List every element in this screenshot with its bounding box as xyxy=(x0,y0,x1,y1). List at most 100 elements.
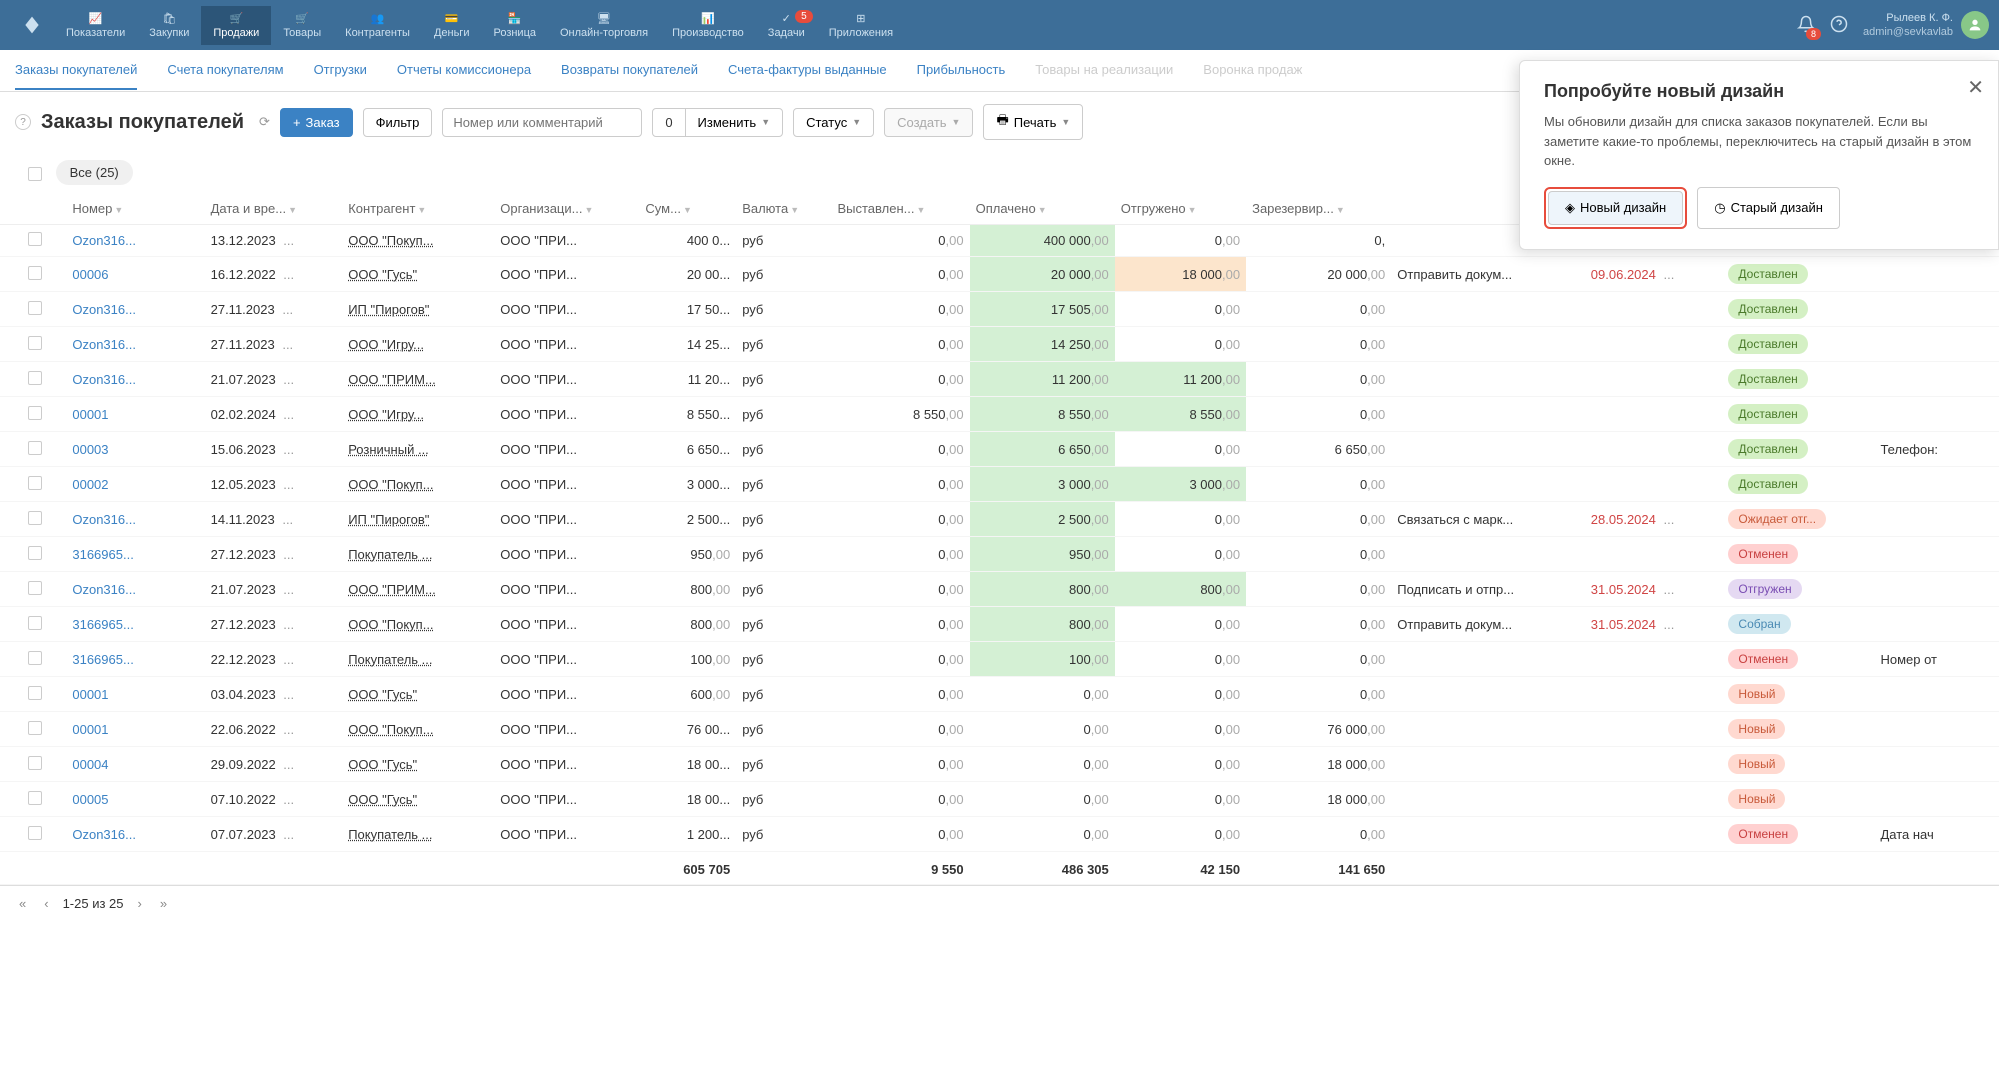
order-number-link[interactable]: 00004 xyxy=(72,757,108,772)
select-all-checkbox[interactable] xyxy=(28,167,42,181)
col-header[interactable]: Выставлен...▼ xyxy=(831,193,969,225)
counterparty-link[interactable]: ООО "Гусь" xyxy=(348,267,417,282)
change-button[interactable]: Изменить ▼ xyxy=(685,108,784,137)
old-design-button[interactable]: ◷ Старый дизайн xyxy=(1697,187,1840,229)
row-checkbox[interactable] xyxy=(28,616,42,630)
row-checkbox[interactable] xyxy=(28,476,42,490)
row-checkbox[interactable] xyxy=(28,371,42,385)
counterparty-link[interactable]: Покупатель ... xyxy=(348,547,432,562)
table-row[interactable]: Ozon316... 14.11.2023 ... ИП "Пирогов" О… xyxy=(0,502,1999,537)
counterparty-link[interactable]: ООО "Игру... xyxy=(348,407,424,422)
counterparty-link[interactable]: ООО "Гусь" xyxy=(348,687,417,702)
order-number-link[interactable]: Ozon316... xyxy=(72,302,136,317)
row-checkbox[interactable] xyxy=(28,441,42,455)
print-button[interactable]: 🖶 Печать ▼ xyxy=(983,104,1083,140)
counterparty-link[interactable]: ООО "Покуп... xyxy=(348,233,433,248)
counterparty-link[interactable]: ООО "Покуп... xyxy=(348,617,433,632)
order-number-link[interactable]: 00001 xyxy=(72,407,108,422)
status-button[interactable]: Статус ▼ xyxy=(793,108,874,137)
row-checkbox[interactable] xyxy=(28,686,42,700)
notifications-icon[interactable]: 8 xyxy=(1797,15,1815,36)
order-number-link[interactable]: Ozon316... xyxy=(72,582,136,597)
order-number-link[interactable]: Ozon316... xyxy=(72,337,136,352)
filter-button[interactable]: Фильтр xyxy=(363,108,433,137)
order-number-link[interactable]: 00003 xyxy=(72,442,108,457)
order-number-link[interactable]: 00005 xyxy=(72,792,108,807)
table-row[interactable]: 00001 02.02.2024 ... ООО "Игру... ООО "П… xyxy=(0,397,1999,432)
nav-Показатели[interactable]: 📈Показатели xyxy=(54,6,137,45)
subnav-8[interactable]: Воронка продаж xyxy=(1203,51,1302,90)
col-header[interactable]: Валюта▼ xyxy=(736,193,831,225)
nav-Производство[interactable]: 📊Производство xyxy=(660,6,756,45)
filter-chip-all[interactable]: Все (25) xyxy=(56,160,133,185)
order-number-link[interactable]: 3166965... xyxy=(72,617,133,632)
row-checkbox[interactable] xyxy=(28,756,42,770)
nav-Закупки[interactable]: 🛍Закупки xyxy=(137,6,201,45)
counterparty-link[interactable]: ООО "Покуп... xyxy=(348,477,433,492)
order-number-link[interactable]: 00001 xyxy=(72,722,108,737)
row-checkbox[interactable] xyxy=(28,791,42,805)
col-header[interactable]: Сум...▼ xyxy=(639,193,736,225)
subnav-7[interactable]: Товары на реализации xyxy=(1035,51,1173,90)
order-number-link[interactable]: 00001 xyxy=(72,687,108,702)
row-checkbox[interactable] xyxy=(28,826,42,840)
create-button[interactable]: Создать ▼ xyxy=(884,108,973,137)
col-header[interactable]: Организаци...▼ xyxy=(494,193,639,225)
table-row[interactable]: Ozon316... 27.11.2023 ... ООО "Игру... О… xyxy=(0,327,1999,362)
table-row[interactable]: 3166965... 27.12.2023 ... ООО "Покуп... … xyxy=(0,607,1999,642)
nav-Розница[interactable]: 🏪Розница xyxy=(481,6,548,45)
counterparty-link[interactable]: Покупатель ... xyxy=(348,827,432,842)
counterparty-link[interactable]: ООО "Гусь" xyxy=(348,792,417,807)
pager-first[interactable]: « xyxy=(15,894,30,913)
pager-last[interactable]: » xyxy=(156,894,171,913)
nav-Деньги[interactable]: 💳Деньги xyxy=(422,6,482,45)
table-row[interactable]: 00006 16.12.2022 ... ООО "Гусь" ООО "ПРИ… xyxy=(0,257,1999,292)
refresh-icon[interactable]: ⟳ xyxy=(259,114,270,130)
subnav-4[interactable]: Возвраты покупателей xyxy=(561,51,698,90)
table-row[interactable]: 00004 29.09.2022 ... ООО "Гусь" ООО "ПРИ… xyxy=(0,747,1999,782)
subnav-2[interactable]: Отгрузки xyxy=(314,51,367,90)
help-inline-icon[interactable]: ? xyxy=(15,114,31,130)
nav-Приложения[interactable]: ⊞Приложения xyxy=(817,6,905,45)
table-row[interactable]: Ozon316... 21.07.2023 ... ООО "ПРИМ... О… xyxy=(0,362,1999,397)
subnav-1[interactable]: Счета покупателям xyxy=(167,51,283,90)
help-icon[interactable] xyxy=(1830,15,1848,36)
table-row[interactable]: Ozon316... 21.07.2023 ... ООО "ПРИМ... О… xyxy=(0,572,1999,607)
order-number-link[interactable]: Ozon316... xyxy=(72,827,136,842)
nav-Продажи[interactable]: 🛒Продажи xyxy=(201,6,271,45)
table-row[interactable]: 00005 07.10.2022 ... ООО "Гусь" ООО "ПРИ… xyxy=(0,782,1999,817)
search-input[interactable] xyxy=(442,108,642,137)
col-header[interactable]: Оплачено▼ xyxy=(970,193,1115,225)
table-row[interactable]: 00001 03.04.2023 ... ООО "Гусь" ООО "ПРИ… xyxy=(0,677,1999,712)
counterparty-link[interactable]: Покупатель ... xyxy=(348,652,432,667)
row-checkbox[interactable] xyxy=(28,721,42,735)
row-checkbox[interactable] xyxy=(28,406,42,420)
row-checkbox[interactable] xyxy=(28,266,42,280)
order-number-link[interactable]: Ozon316... xyxy=(72,512,136,527)
counterparty-link[interactable]: ИП "Пирогов" xyxy=(348,302,429,317)
popup-close-icon[interactable]: ✕ xyxy=(1967,75,1984,100)
counterparty-link[interactable]: ООО "ПРИМ... xyxy=(348,372,436,387)
nav-Товары[interactable]: 🛒Товары xyxy=(271,6,333,45)
col-header[interactable]: Отгружено▼ xyxy=(1115,193,1246,225)
table-row[interactable]: 3166965... 27.12.2023 ... Покупатель ...… xyxy=(0,537,1999,572)
col-header[interactable]: Номер▼ xyxy=(66,193,204,225)
table-row[interactable]: Ozon316... 27.11.2023 ... ИП "Пирогов" О… xyxy=(0,292,1999,327)
counterparty-link[interactable]: ИП "Пирогов" xyxy=(348,512,429,527)
subnav-3[interactable]: Отчеты комиссионера xyxy=(397,51,531,90)
row-checkbox[interactable] xyxy=(28,581,42,595)
table-row[interactable]: 3166965... 22.12.2023 ... Покупатель ...… xyxy=(0,642,1999,677)
add-order-button[interactable]: +Заказ xyxy=(280,108,353,137)
counterparty-link[interactable]: ООО "Игру... xyxy=(348,337,424,352)
row-checkbox[interactable] xyxy=(28,301,42,315)
logo[interactable] xyxy=(10,9,54,41)
col-header[interactable]: Зарезервир...▼ xyxy=(1246,193,1391,225)
order-number-link[interactable]: 3166965... xyxy=(72,652,133,667)
counterparty-link[interactable]: ООО "Гусь" xyxy=(348,757,417,772)
col-header[interactable]: Дата и вре...▼ xyxy=(205,193,343,225)
row-checkbox[interactable] xyxy=(28,651,42,665)
order-number-link[interactable]: 00002 xyxy=(72,477,108,492)
new-design-button[interactable]: ◈ Новый дизайн xyxy=(1548,191,1683,225)
nav-Онлайн-торговля[interactable]: 🖥Онлайн-торговля xyxy=(548,6,660,45)
user-menu[interactable]: Рылеев К. Ф. admin@sevkavlab xyxy=(1863,11,1989,40)
